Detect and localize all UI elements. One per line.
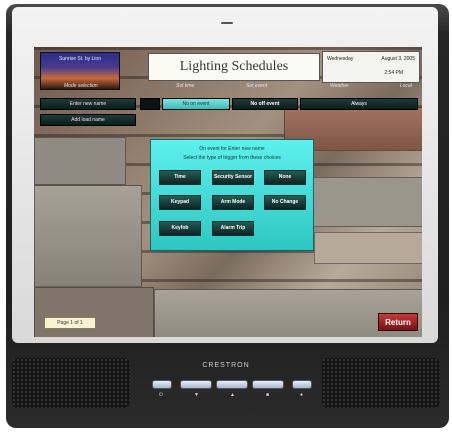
off-event-button[interactable]: No off event [232,98,298,110]
triangle-down-icon: ▼ [194,392,199,398]
nav-local[interactable]: Local [400,83,412,89]
load-name-field[interactable]: Enter new name [40,98,136,110]
trigger-time-button[interactable]: Time [159,170,201,185]
ambient-sensor [221,22,233,24]
trigger-keypad-button[interactable]: Keypad [159,195,201,210]
logo-text: Sunrise St. by Lion [59,56,101,62]
stone-background [34,287,154,337]
triangle-up-icon: ▲ [230,392,235,398]
touch-screen: Sunrise St. by Lion Lighting Schedules W… [34,47,422,337]
trigger-alarm-trip-button[interactable]: Alarm Trip [212,221,254,236]
square-icon: ■ [266,392,270,398]
time-label: 2:54 PM [384,70,403,76]
brand-label: CRESTRON [202,362,250,369]
hardware-menu-button[interactable] [292,380,312,389]
schedule-always-button[interactable]: Always [300,98,418,110]
nav-set-event[interactable]: Set event [246,83,267,89]
hardware-down-button[interactable] [180,380,212,389]
day-label: Wednesday [327,56,354,62]
stone-background [34,185,142,287]
trigger-none-button[interactable]: None [264,170,306,185]
return-button[interactable]: Return [378,313,418,331]
date-label: August 3, 2005 [381,56,415,62]
dialog-subtitle: Select the type of trigger from these ch… [183,155,281,161]
event-toggle-button[interactable] [140,98,160,110]
dialog-title: On event for Enter new name [199,146,265,152]
trigger-security-sensor-button[interactable]: Security Sensor [212,170,254,185]
add-load-name-button[interactable]: Add load name [40,114,136,126]
stone-background [296,177,422,227]
hardware-power-button[interactable] [152,380,172,389]
trigger-keyfob-button[interactable]: Keyfob [159,221,201,236]
on-event-button[interactable]: No on event [162,98,230,110]
nav-mode-selection[interactable]: Mode selection [64,83,98,89]
page-title-box: Lighting Schedules [148,53,320,81]
page-indicator: Page 1 of 1 [44,317,96,329]
trigger-arm-mode-button[interactable]: Arm Mode [212,195,254,210]
hardware-stop-button[interactable] [252,380,284,389]
circle-icon: ● [300,392,304,398]
trigger-no-change-button[interactable]: No Change [264,195,306,210]
hardware-up-button[interactable] [216,380,248,389]
page-title: Lighting Schedules [179,59,289,74]
stone-background [314,232,422,264]
power-icon: ⏻ [159,392,163,398]
stone-background [34,137,126,185]
date-time-display: Wednesday August 3, 2005 2:54 PM [322,51,420,83]
nav-set-time[interactable]: Set time [176,83,194,89]
nav-weather[interactable]: Weather [330,83,349,89]
trigger-type-dialog: On event for Enter new name Select the t… [150,139,314,251]
